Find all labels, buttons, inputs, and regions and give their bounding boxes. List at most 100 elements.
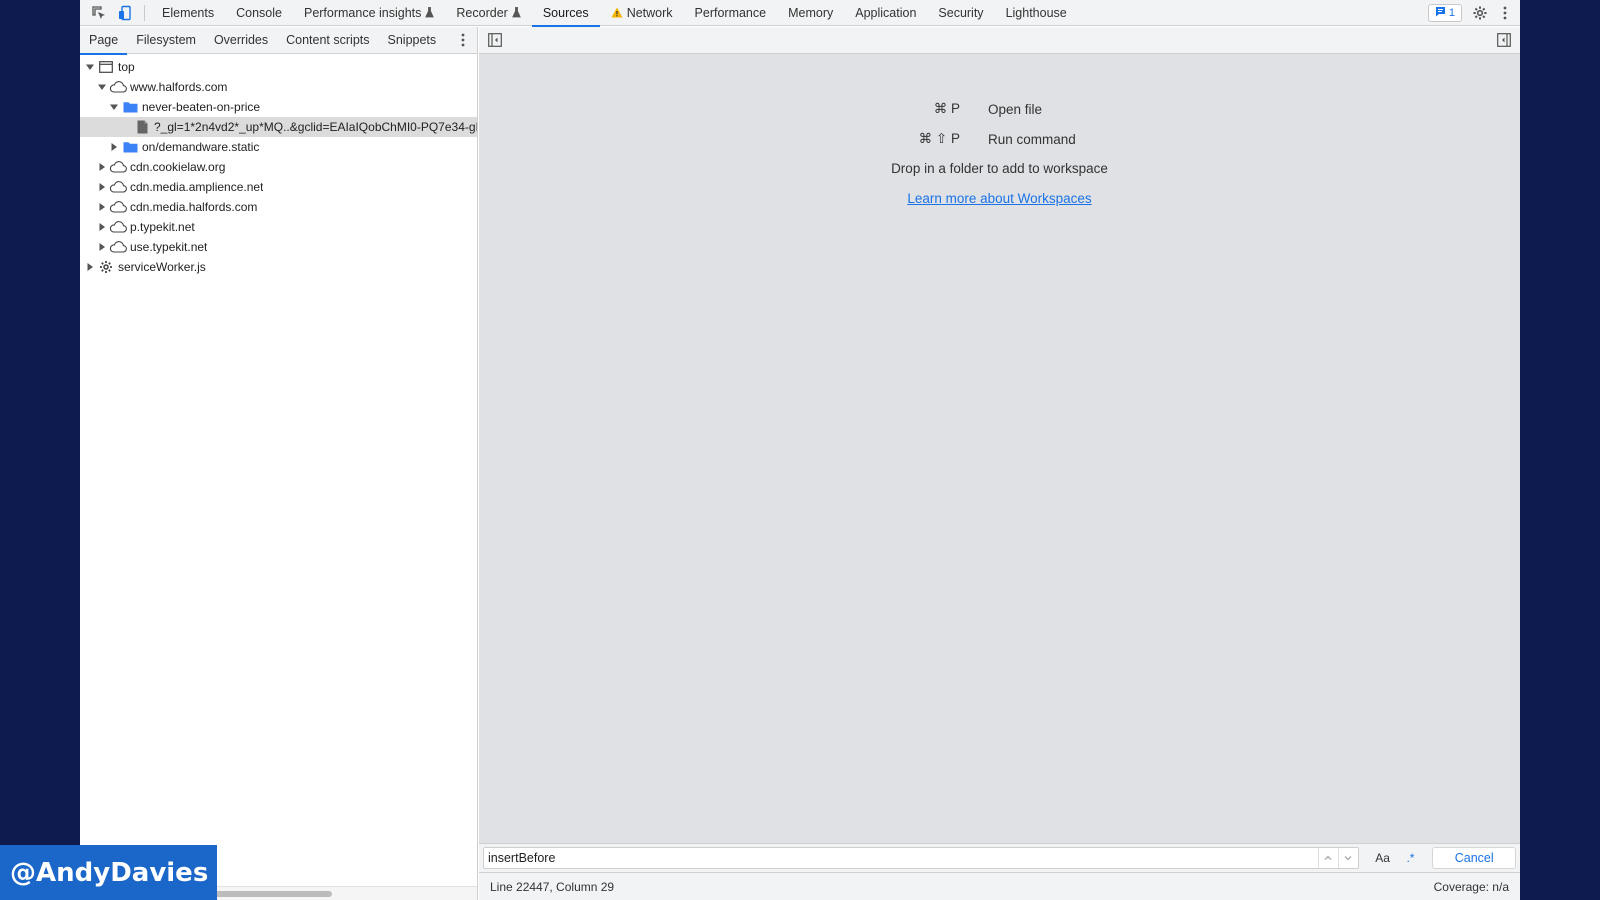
collapsed-arrow-icon[interactable] (96, 201, 108, 213)
tree-item-label: www.halfords.com (130, 80, 228, 94)
tree-item[interactable]: serviceWorker.js (80, 257, 477, 277)
tree-item[interactable]: top (80, 57, 477, 77)
tab-label: Sources (542, 5, 589, 20)
flask-icon (512, 7, 521, 18)
main-toolbar: Elements Console Performance insights Recor… (80, 0, 1520, 27)
tree-item[interactable]: use.typekit.net (80, 237, 477, 257)
warning-icon (611, 7, 623, 18)
drop-folder-hint: Drop in a folder to add to workspace (891, 161, 1108, 176)
tree-item[interactable]: ?_gl=1*2n4vd2*_up*MQ..&gclid=EAIaIQobChM… (80, 117, 477, 137)
collapsed-arrow-icon[interactable] (96, 221, 108, 233)
cancel-button[interactable]: Cancel (1432, 847, 1516, 869)
tab-recorder[interactable]: Recorder (445, 0, 531, 26)
scrollbar-thumb[interactable] (214, 891, 332, 897)
status-bar: Line 22447, Column 29 Coverage: n/a (479, 872, 1520, 900)
nav-tab-filesystem[interactable]: Filesystem (127, 27, 205, 54)
editor-toolbar (479, 27, 1520, 54)
collapsed-arrow-icon[interactable] (84, 261, 96, 273)
tab-lighthouse[interactable]: Lighthouse (995, 0, 1078, 26)
shortcut-run-command: ⌘ ⇧ P Run command (479, 124, 1520, 154)
toggle-debugger-icon[interactable] (1496, 32, 1512, 48)
author-handle-watermark: @AndyDavies (0, 845, 217, 900)
coverage-status[interactable]: Coverage: n/a (1434, 880, 1509, 894)
shortcut-keys: ⌘ ⇧ P (918, 131, 960, 146)
tree-item[interactable]: cdn.media.halfords.com (80, 197, 477, 217)
file-tree: top www.halfords.com never-beaten-on-price… (80, 54, 477, 277)
collapsed-arrow-icon[interactable] (96, 181, 108, 193)
tab-elements[interactable]: Elements (151, 0, 225, 26)
tree-item-label: cdn.media.halfords.com (130, 200, 258, 214)
collapsed-arrow-icon[interactable] (108, 141, 120, 153)
cloud-icon (108, 219, 128, 235)
tab-console[interactable]: Console (225, 0, 293, 26)
cloud-icon (108, 159, 128, 175)
folder-icon (120, 99, 140, 115)
expanded-arrow-icon[interactable] (84, 61, 96, 73)
cursor-position: Line 22447, Column 29 (490, 879, 615, 894)
toggle-navigator-icon[interactable] (487, 32, 503, 48)
tab-application[interactable]: Application (844, 0, 927, 26)
nav-tab-content-scripts[interactable]: Content scripts (277, 27, 378, 54)
nav-tab-page[interactable]: Page (80, 27, 128, 55)
nav-tab-overrides[interactable]: Overrides (205, 27, 277, 54)
tab-label: Elements (162, 5, 215, 20)
search-input[interactable] (484, 848, 1318, 868)
match-case-toggle[interactable]: Aa (1369, 847, 1397, 869)
sources-navigator: Page Filesystem Overrides Content scripts Sn… (80, 27, 478, 900)
expanded-arrow-icon[interactable] (96, 81, 108, 93)
tab-performance[interactable]: Performance (684, 0, 778, 26)
shortcut-action: Open file (988, 101, 1043, 117)
tab-performance-insights[interactable]: Performance insights (293, 0, 445, 26)
file-icon (132, 119, 152, 135)
tab-security[interactable]: Security (927, 0, 994, 26)
collapsed-arrow-icon[interactable] (96, 241, 108, 253)
tab-label: Console (236, 5, 282, 20)
navigator-more-icon[interactable] (455, 27, 471, 54)
settings-gear-icon[interactable] (1470, 0, 1490, 26)
device-toolbar-icon[interactable] (112, 0, 138, 26)
gear-icon (96, 259, 116, 275)
tree-item-label: never-beaten-on-price (142, 100, 261, 114)
editor-area: ⌘ P Open file ⌘ ⇧ P Run command Drop in … (479, 27, 1520, 900)
inspect-element-icon[interactable] (86, 0, 112, 26)
tree-item[interactable]: cdn.cookielaw.org (80, 157, 477, 177)
nav-tab-snippets[interactable]: Snippets (379, 27, 446, 54)
tree-item[interactable]: on/demandware.static (80, 137, 477, 157)
cloud-icon (108, 179, 128, 195)
tree-item[interactable]: never-beaten-on-price (80, 97, 477, 117)
issues-counter-button[interactable]: 1 (1427, 3, 1462, 22)
expanded-arrow-icon[interactable] (108, 101, 120, 113)
tab-label: Recorder (456, 5, 508, 20)
more-options-icon[interactable] (1498, 0, 1512, 26)
navigator-tabs: Page Filesystem Overrides Content scripts Sn… (80, 27, 477, 55)
empty-editor-placeholder: ⌘ P Open file ⌘ ⇧ P Run command Drop in … (479, 94, 1520, 214)
shortcut-keys: ⌘ P (933, 101, 960, 116)
tab-label: Lighthouse (1005, 5, 1067, 20)
previous-match-icon[interactable] (1317, 848, 1338, 868)
tab-sources[interactable]: Sources (531, 0, 600, 27)
tree-item[interactable]: p.typekit.net (80, 217, 477, 237)
cloud-icon (108, 79, 128, 95)
tree-item-label: ?_gl=1*2n4vd2*_up*MQ..&gclid=EAIaIQobChM… (154, 120, 477, 134)
regex-toggle[interactable]: .* (1397, 847, 1425, 869)
tab-label: Performance insights (303, 5, 422, 20)
learn-workspaces-link[interactable]: Learn more about Workspaces (907, 191, 1091, 206)
cloud-icon (108, 199, 128, 215)
shortcut-action: Run command (988, 131, 1076, 147)
tab-memory[interactable]: Memory (777, 0, 844, 26)
tree-item[interactable]: cdn.media.amplience.net (80, 177, 477, 197)
tab-label: Security (938, 5, 984, 20)
next-match-icon[interactable] (1337, 848, 1358, 868)
message-icon (1435, 6, 1446, 20)
search-box (483, 847, 1359, 869)
tree-item[interactable]: www.halfords.com (80, 77, 477, 97)
tab-label: Memory (788, 5, 834, 20)
tab-label: Application (855, 5, 917, 20)
tab-network[interactable]: Network (600, 0, 684, 26)
tree-item-label: on/demandware.static (142, 140, 260, 154)
collapsed-arrow-icon[interactable] (96, 161, 108, 173)
folder-icon (120, 139, 140, 155)
search-bar: Aa .* Cancel (479, 843, 1520, 872)
tree-item-label: cdn.media.amplience.net (130, 180, 264, 194)
